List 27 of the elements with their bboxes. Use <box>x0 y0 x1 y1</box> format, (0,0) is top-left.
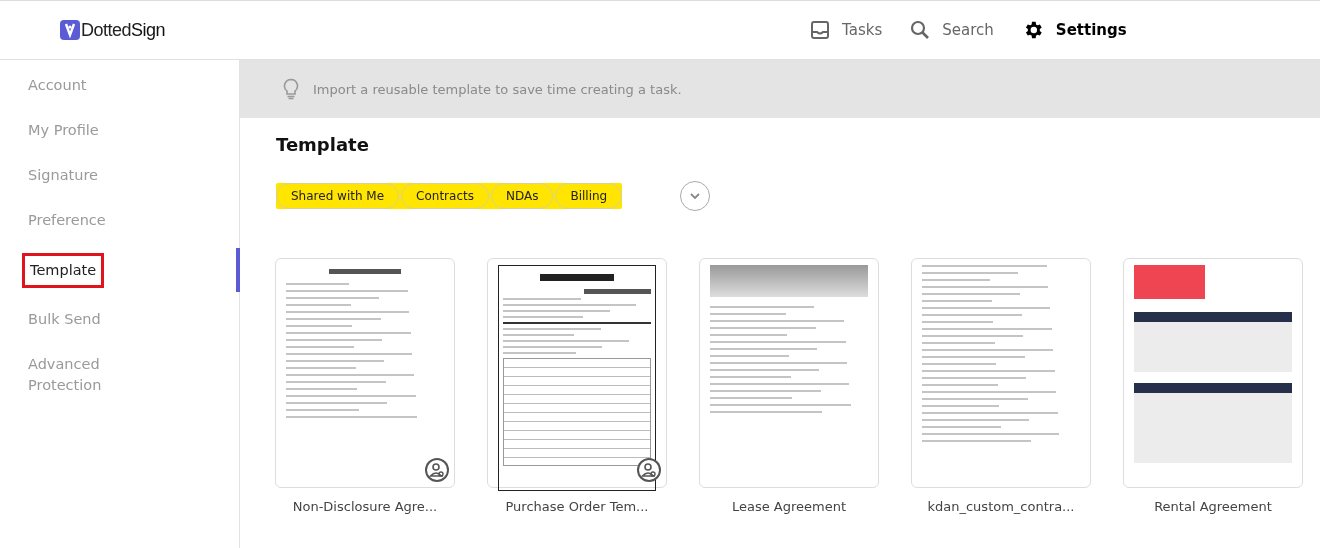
template-name: kdan_custom_contra... <box>927 499 1075 514</box>
shared-users-icon <box>636 457 662 483</box>
template-name: Rental Agreement <box>1154 499 1272 514</box>
nav-link[interactable]: Settings <box>1021 19 1127 41</box>
filter-chip[interactable]: Billing <box>555 183 623 209</box>
expand-button[interactable] <box>680 181 711 211</box>
filter-chip[interactable]: Contracts <box>401 183 489 209</box>
logo-icon <box>60 20 80 40</box>
template-card[interactable] <box>1123 258 1303 488</box>
nav-link[interactable]: Search <box>910 19 994 41</box>
logo-wordmark: DottedSign <box>81 19 166 41</box>
shared-users-icon <box>424 457 450 483</box>
tip-text: Import a reusable template to save time creating a task. <box>313 81 682 97</box>
filter-chip[interactable]: Shared with Me <box>276 183 400 209</box>
template-name: Purchase Order Tem... <box>505 499 649 514</box>
template-name: Non-Disclosure Agre... <box>292 499 438 514</box>
sidebar-item[interactable]: Template <box>22 252 105 288</box>
template-name: Lease Agreement <box>731 499 847 514</box>
selection-indicator <box>236 248 240 292</box>
template-card[interactable] <box>487 258 667 488</box>
chevron-down-icon <box>689 192 702 200</box>
search-icon <box>910 20 931 40</box>
tray-icon <box>810 20 831 40</box>
lightbulb-icon <box>283 78 299 100</box>
nav-link[interactable]: Tasks <box>810 19 883 41</box>
filter-chip[interactable]: NDAs <box>490 183 554 209</box>
page-title: Template <box>276 134 370 155</box>
